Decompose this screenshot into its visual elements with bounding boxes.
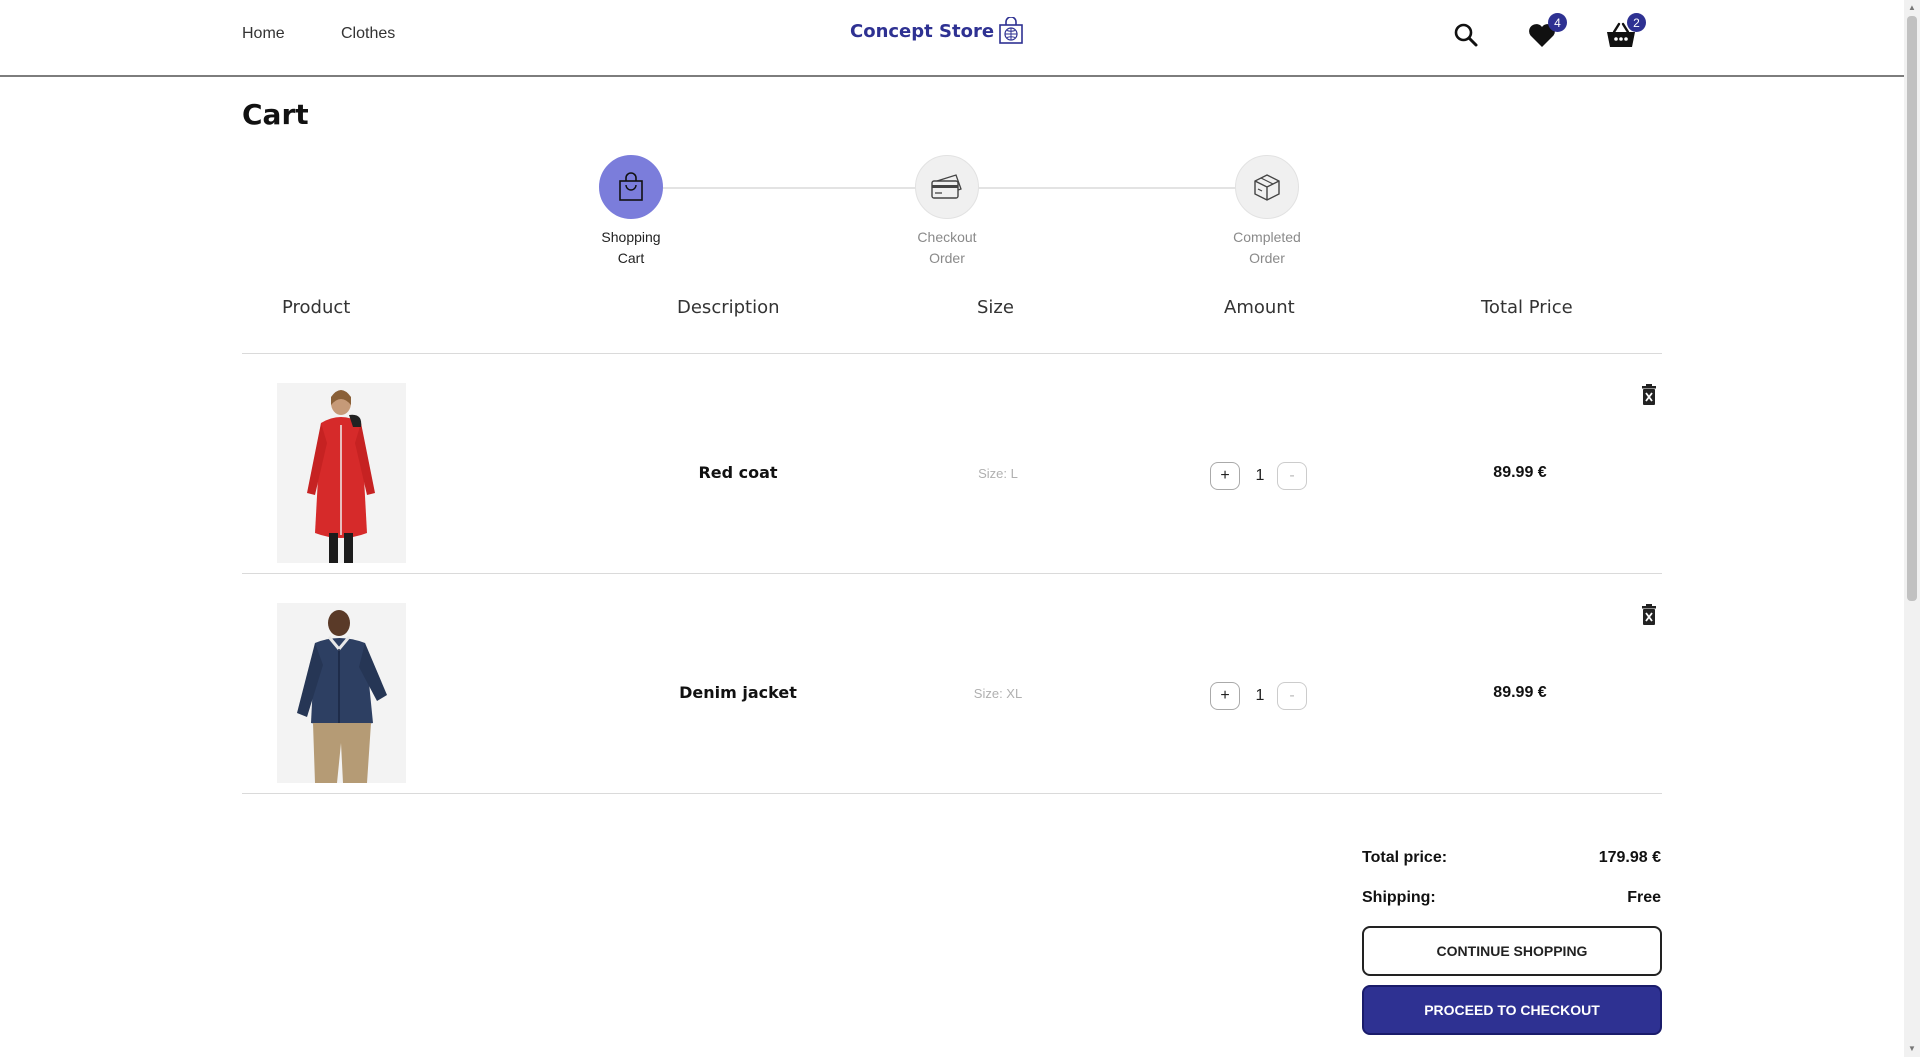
step-label-line1: Completed [1233, 229, 1301, 245]
trash-icon [1642, 384, 1656, 405]
continue-shopping-button[interactable]: CONTINUE SHOPPING [1362, 926, 1662, 976]
credit-card-icon [931, 174, 962, 199]
divider [242, 573, 1662, 574]
quantity-value: 1 [1255, 687, 1265, 704]
divider [242, 793, 1662, 794]
remove-item-button[interactable] [1640, 604, 1658, 626]
step-label-line1: Checkout [917, 229, 977, 245]
step-label-line2: Order [929, 250, 965, 266]
search-button[interactable] [1449, 18, 1483, 52]
page-title: Cart [242, 98, 309, 131]
denim-jacket-photo-icon [277, 603, 406, 783]
product-name: Red coat [698, 463, 778, 482]
decrease-quantity-button[interactable]: - [1277, 682, 1307, 710]
divider [242, 353, 1662, 354]
step-circle [1235, 155, 1299, 219]
step-label-line1: Shopping [601, 229, 661, 245]
shopping-bag-icon [619, 172, 643, 201]
step-label-line2: Cart [617, 250, 645, 266]
cart-count-badge: 2 [1627, 13, 1646, 32]
shipping-label: Shipping: [1362, 889, 1436, 906]
total-price-value: 179.98 € [1598, 849, 1661, 866]
store-globe-icon [999, 17, 1023, 44]
column-header-amount: Amount [1224, 297, 1295, 318]
product-image-red-coat[interactable] [277, 383, 406, 563]
step-connector [978, 187, 1236, 189]
step-circle [915, 155, 979, 219]
quantity-value: 1 [1255, 467, 1265, 484]
column-header-total-price: Total Price [1481, 297, 1573, 318]
product-name: Denim jacket [679, 683, 797, 702]
brand-name: Concept Store [850, 20, 995, 42]
wishlist-count-badge: 4 [1548, 13, 1567, 32]
top-navbar: Home Clothes Concept Store 4 2 [0, 0, 1904, 77]
product-size: Size: XL [973, 686, 1023, 701]
page-scrollbar[interactable]: ▲ ▼ [1904, 0, 1920, 1057]
step-shopping-cart: Shopping Cart [571, 155, 691, 269]
step-circle [599, 155, 663, 219]
nav-home-link[interactable]: Home [242, 25, 285, 43]
wishlist-button[interactable]: 4 [1525, 13, 1567, 52]
shipping-value: Free [1627, 889, 1661, 906]
step-checkout-order: Checkout Order [887, 155, 1007, 269]
scroll-thumb[interactable] [1907, 16, 1917, 601]
column-header-description: Description [677, 297, 780, 318]
search-icon [1454, 23, 1478, 47]
scroll-up-arrow-icon[interactable]: ▲ [1908, 3, 1916, 12]
cart-button[interactable]: 2 [1604, 13, 1646, 52]
product-size: Size: L [978, 466, 1018, 481]
line-total-price: 89.99 € [1493, 464, 1547, 481]
total-price-label: Total price: [1362, 849, 1448, 866]
column-header-product: Product [282, 297, 351, 318]
proceed-to-checkout-button[interactable]: PROCEED TO CHECKOUT [1362, 985, 1662, 1035]
step-connector [662, 187, 916, 189]
line-total-price: 89.99 € [1493, 684, 1547, 701]
increase-quantity-button[interactable]: + [1210, 462, 1240, 490]
decrease-quantity-button[interactable]: - [1277, 462, 1307, 490]
remove-item-button[interactable] [1640, 384, 1658, 406]
nav-clothes-link[interactable]: Clothes [341, 25, 395, 43]
trash-icon [1642, 604, 1656, 625]
brand-logo[interactable]: Concept Store [850, 17, 1024, 45]
scroll-down-arrow-icon[interactable]: ▼ [1908, 1044, 1916, 1053]
package-box-icon [1254, 174, 1280, 201]
increase-quantity-button[interactable]: + [1210, 682, 1240, 710]
column-header-size: Size [977, 297, 1014, 318]
step-label-line2: Order [1249, 250, 1285, 266]
step-completed-order: Completed Order [1207, 155, 1327, 269]
red-coat-photo-icon [277, 383, 406, 563]
product-image-denim-jacket[interactable] [277, 603, 406, 783]
